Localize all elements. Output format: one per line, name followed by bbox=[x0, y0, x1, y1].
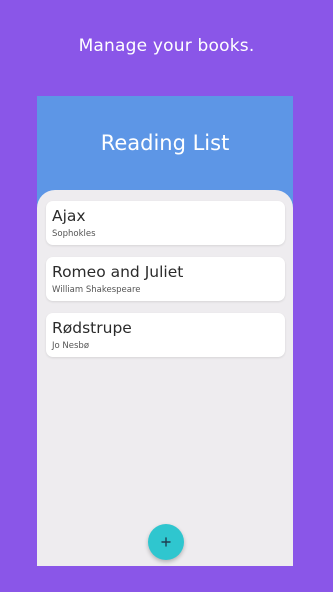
book-author: William Shakespeare bbox=[52, 285, 141, 295]
book-title: Rødstrupe bbox=[52, 319, 132, 337]
content-sheet bbox=[37, 190, 293, 566]
tagline: Manage your books. bbox=[78, 36, 255, 56]
book-author: Jo Nesbø bbox=[52, 341, 90, 351]
book-card[interactable]: Rødstrupe Jo Nesbø bbox=[46, 313, 285, 357]
book-title: Romeo and Juliet bbox=[52, 263, 184, 281]
book-card[interactable]: Ajax Sophokles bbox=[46, 201, 285, 245]
app-title: Reading List bbox=[100, 131, 230, 155]
phone-screen: Reading List Ajax Sophokles Romeo and Ju… bbox=[37, 96, 293, 566]
book-author: Sophokles bbox=[52, 229, 96, 239]
plus-icon bbox=[161, 537, 171, 547]
add-book-button[interactable] bbox=[148, 524, 184, 560]
book-card[interactable]: Romeo and Juliet William Shakespeare bbox=[46, 257, 285, 301]
book-title: Ajax bbox=[52, 207, 86, 225]
